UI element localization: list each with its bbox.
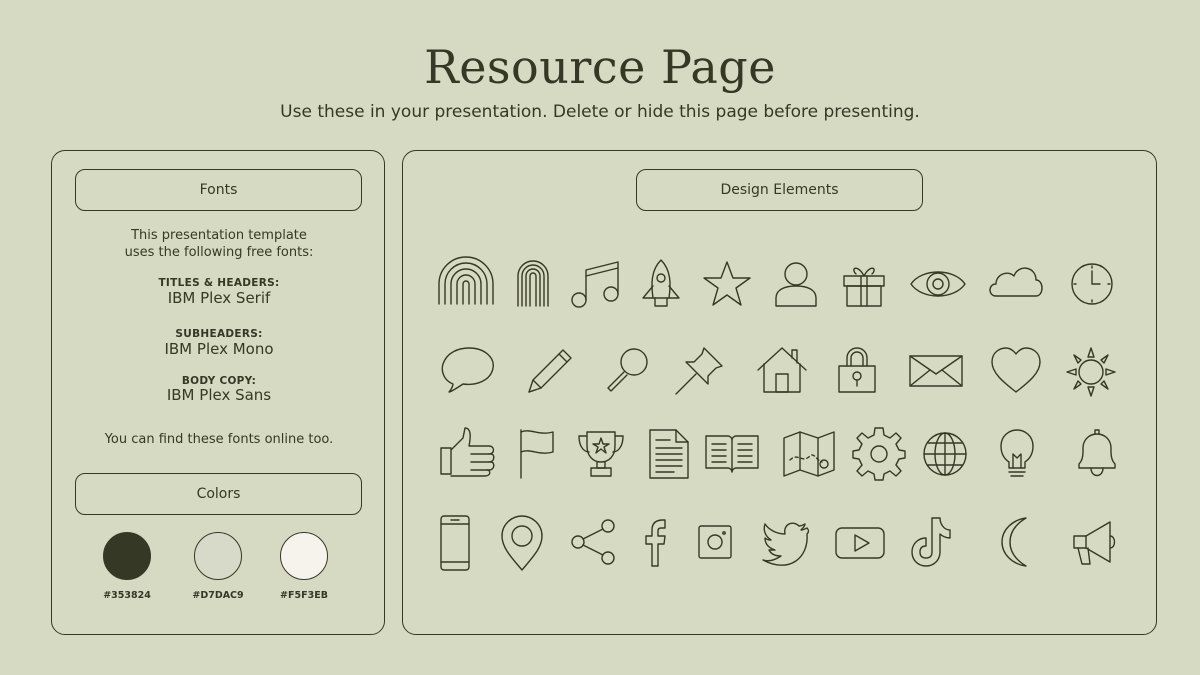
font-label-titles: TITLES & HEADERS: [158,277,280,289]
house-icon [752,340,812,400]
smartphone-icon [425,512,485,572]
globe-icon [915,424,975,484]
clock-icon [1062,254,1122,314]
music-note-icon [566,254,626,314]
document-icon [640,424,700,484]
font-label-subheaders: SUBHEADERS: [175,328,263,340]
fonts-colors-panel: Fonts This presentation template uses th… [51,150,385,635]
rocket-icon [631,254,691,314]
star-icon [697,254,757,314]
user-icon [766,254,826,314]
color-hex-sage: #D7DAC9 [192,590,244,601]
gift-icon [834,254,894,314]
megaphone-icon [1064,512,1124,572]
location-pin-icon [492,512,552,572]
instagram-icon [685,512,745,572]
flag-icon [511,424,571,484]
color-hex-light: #F5F3EB [280,590,328,601]
color-swatch-sage [194,532,242,580]
map-icon [780,424,840,484]
cloud-icon [986,254,1046,314]
tiktok-icon [904,512,964,572]
pushpin-icon [670,340,730,400]
font-name-body: IBM Plex Sans [166,386,272,404]
eye-icon [908,254,968,314]
pencil-icon [519,340,579,400]
design-elements-heading: Design Elements [636,169,923,211]
color-hex-dark: #353824 [103,590,151,601]
fonts-note: You can find these fonts online too. [104,432,334,447]
twitter-icon [755,512,815,572]
heart-icon [986,340,1046,400]
padlock-icon [827,340,887,400]
fonts-heading: Fonts [75,169,362,211]
gear-icon [849,424,909,484]
font-name-subheaders: IBM Plex Mono [164,340,274,358]
thumbs-up-icon [437,424,497,484]
page-title: Resource Page [424,40,776,94]
color-swatch-dark [103,532,151,580]
colors-heading: Colors [75,473,362,515]
rainbow-icon [436,254,496,314]
magnifier-icon [598,340,658,400]
crescent-moon-icon [986,512,1046,572]
fonts-intro-line2: uses the following free fonts: [124,245,314,260]
trophy-icon [571,424,631,484]
share-icon [564,512,624,572]
lightbulb-icon [987,424,1047,484]
page-subtitle: Use these in your presentation. Delete o… [280,102,920,122]
youtube-icon [830,512,890,572]
envelope-icon [906,340,966,400]
color-swatch-light [280,532,328,580]
speech-bubble-icon [437,340,497,400]
fingerprint-arch-icon [503,254,563,314]
font-name-titles: IBM Plex Serif [167,289,271,307]
sun-icon [1061,340,1121,400]
bell-icon [1067,424,1127,484]
fonts-intro-line1: This presentation template [131,228,307,243]
open-book-icon [702,424,762,484]
facebook-icon [625,512,685,572]
